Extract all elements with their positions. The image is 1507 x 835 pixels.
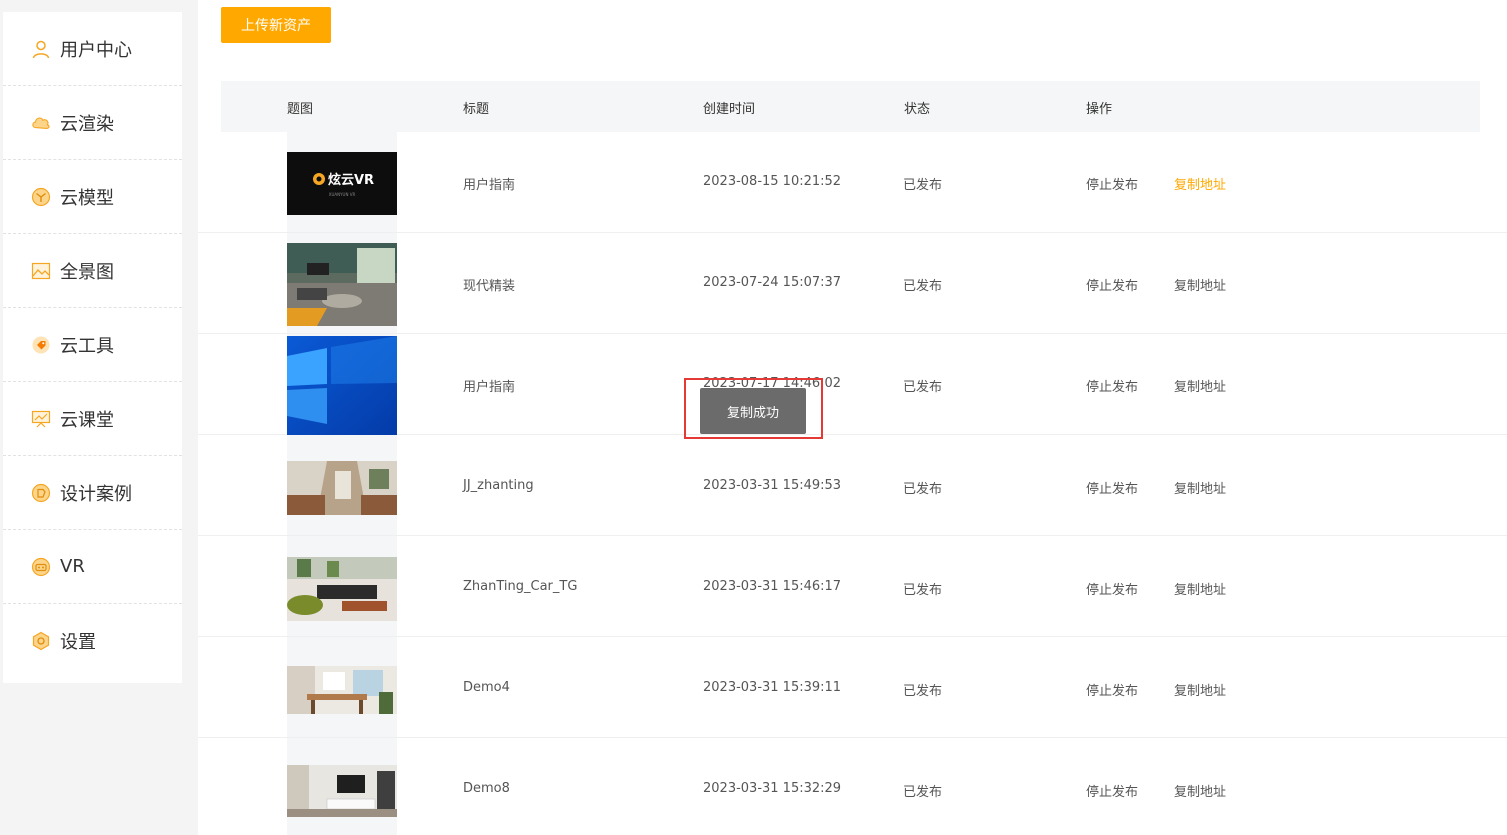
- row-title: Demo4: [463, 680, 510, 695]
- cloud-icon: [31, 113, 51, 133]
- copy-address-link[interactable]: 复制地址: [1174, 680, 1226, 699]
- panorama-icon: [31, 261, 51, 281]
- tool-tag-icon: [31, 335, 51, 355]
- sidebar-item-label: 用户中心: [60, 39, 132, 61]
- classroom-icon: [31, 409, 51, 429]
- sidebar-item-label: 设计案例: [60, 483, 132, 505]
- row-title: ZhanTing_Car_TG: [463, 579, 578, 594]
- upload-new-asset-button[interactable]: 上传新资产: [221, 7, 331, 43]
- stop-publish-link[interactable]: 停止发布: [1086, 275, 1138, 294]
- row-title: Demo8: [463, 781, 510, 796]
- copy-address-link[interactable]: 复制地址: [1174, 275, 1226, 294]
- sidebar-item-label: 云渲染: [60, 113, 114, 135]
- highlight-box: [684, 378, 823, 439]
- row-created-time: 2023-03-31 15:46:17: [703, 579, 842, 594]
- header-actions: 操作: [1086, 102, 1113, 117]
- table-row: Demo4 2023-03-31 15:39:11 已发布 停止发布 复制地址: [198, 637, 1507, 738]
- sidebar-item-cloud-render[interactable]: 云渲染: [3, 86, 182, 160]
- stop-publish-link[interactable]: 停止发布: [1086, 680, 1138, 699]
- thumbnail-logo-text: 炫云VR: [328, 172, 374, 188]
- design-case-icon: [31, 483, 51, 503]
- row-created-time: 2023-03-31 15:39:11: [703, 680, 842, 695]
- stop-publish-link[interactable]: 停止发布: [1086, 781, 1138, 800]
- stop-publish-link[interactable]: 停止发布: [1086, 579, 1138, 598]
- row-status: 已发布: [903, 785, 943, 800]
- row-thumbnail[interactable]: 炫云VR XUANYUN VR: [287, 152, 397, 215]
- sidebar-item-label: 云工具: [60, 335, 114, 357]
- header-created-time: 创建时间: [703, 102, 756, 117]
- sidebar-item-label: 云模型: [60, 187, 114, 209]
- sidebar-item-design-cases[interactable]: 设计案例: [3, 456, 182, 530]
- user-icon: [31, 39, 51, 59]
- row-title: 用户指南: [463, 178, 516, 193]
- header-title: 标题: [463, 102, 490, 117]
- stop-publish-link[interactable]: 停止发布: [1086, 478, 1138, 497]
- model-icon: [31, 187, 51, 207]
- sidebar-item-vr[interactable]: VR: [3, 530, 182, 604]
- row-title: JJ_zhanting: [463, 478, 534, 493]
- row-thumbnail[interactable]: [287, 461, 397, 515]
- header-thumbnail: 题图: [287, 102, 314, 117]
- table-header: 题图 标题 创建时间 状态 操作: [221, 81, 1480, 132]
- copy-address-link[interactable]: 复制地址: [1174, 376, 1226, 395]
- sidebar-item-label: 全景图: [60, 261, 114, 283]
- row-status: 已发布: [903, 279, 943, 294]
- row-thumbnail[interactable]: [287, 666, 397, 714]
- table-row: 炫云VR XUANYUN VR 用户指南 2023-08-15 10:21:52…: [198, 132, 1507, 233]
- table-row: 用户指南 2023-07-17 14:46:02 已发布 停止发布 复制地址: [198, 334, 1507, 435]
- copy-address-link[interactable]: 复制地址: [1174, 174, 1226, 193]
- row-status: 已发布: [903, 178, 943, 193]
- header-status: 状态: [904, 102, 931, 117]
- table-row: JJ_zhanting 2023-03-31 15:49:53 已发布 停止发布…: [198, 435, 1507, 536]
- row-title: 现代精装: [463, 279, 516, 294]
- thumbnail-sub-text: XUANYUN VR: [329, 192, 356, 197]
- stop-publish-link[interactable]: 停止发布: [1086, 174, 1138, 193]
- stop-publish-link[interactable]: 停止发布: [1086, 376, 1138, 395]
- row-status: 已发布: [903, 583, 943, 598]
- table-row: ZhanTing_Car_TG 2023-03-31 15:46:17 已发布 …: [198, 536, 1507, 637]
- sidebar-item-label: 设置: [60, 632, 96, 653]
- row-created-time: 2023-03-31 15:49:53: [703, 478, 842, 493]
- row-thumbnail[interactable]: [287, 765, 397, 817]
- row-created-time: 2023-03-31 15:32:29: [703, 781, 842, 796]
- sidebar-item-cloud-model[interactable]: 云模型: [3, 160, 182, 234]
- vr-icon: [31, 557, 51, 577]
- row-created-time: 2023-07-24 15:07:37: [703, 275, 842, 290]
- sidebar-item-label: 云课堂: [60, 409, 114, 431]
- table-row: Demo8 2023-03-31 15:32:29 已发布 停止发布 复制地址: [198, 738, 1507, 835]
- sidebar-item-classroom[interactable]: 云课堂: [3, 382, 182, 456]
- row-status: 已发布: [903, 380, 943, 395]
- sidebar-item-label: VR: [60, 556, 85, 577]
- copy-address-link[interactable]: 复制地址: [1174, 781, 1226, 800]
- copy-address-link[interactable]: 复制地址: [1174, 579, 1226, 598]
- sidebar-item-user-center[interactable]: 用户中心: [3, 12, 182, 86]
- row-thumbnail[interactable]: [287, 243, 397, 326]
- row-created-time: 2023-08-15 10:21:52: [703, 174, 842, 189]
- row-status: 已发布: [903, 684, 943, 699]
- row-title: 用户指南: [463, 380, 516, 395]
- sidebar-item-settings[interactable]: 设置: [3, 604, 182, 678]
- table-row: 现代精装 2023-07-24 15:07:37 已发布 停止发布 复制地址: [198, 233, 1507, 334]
- row-thumbnail[interactable]: [287, 336, 397, 435]
- sidebar: 用户中心 云渲染 云模型 全景图 云工具 云课堂 设计案例 VR 设置: [3, 12, 182, 683]
- sidebar-item-cloud-tools[interactable]: 云工具: [3, 308, 182, 382]
- row-thumbnail[interactable]: [287, 557, 397, 621]
- sidebar-item-panorama[interactable]: 全景图: [3, 234, 182, 308]
- copy-address-link[interactable]: 复制地址: [1174, 478, 1226, 497]
- settings-icon: [31, 631, 51, 651]
- row-status: 已发布: [903, 482, 943, 497]
- main-panel: 上传新资产 题图 标题 创建时间 状态 操作 炫云VR XUANYUN VR 用…: [198, 0, 1507, 835]
